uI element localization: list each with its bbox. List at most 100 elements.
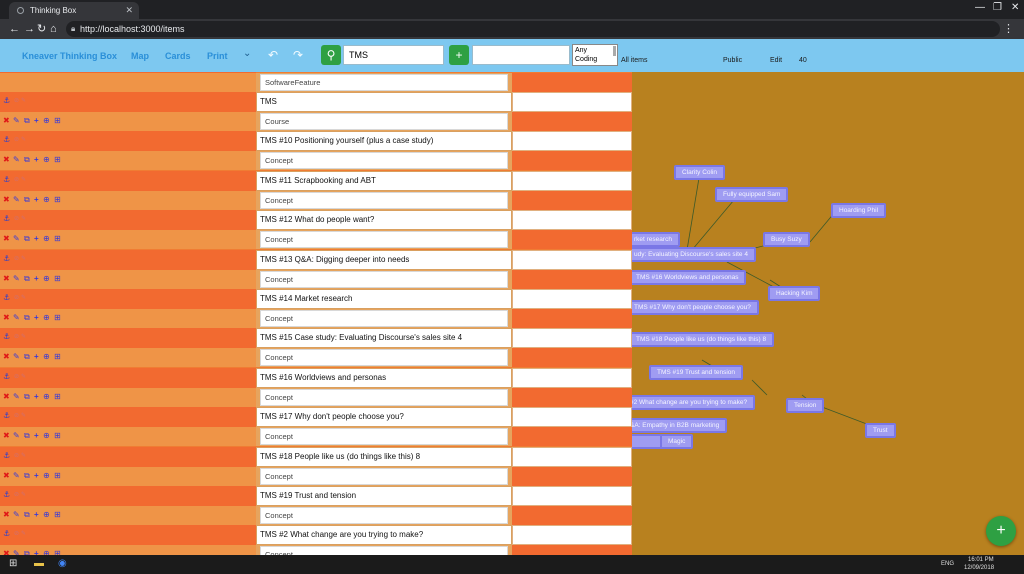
delete-icon[interactable]: ✖ bbox=[3, 195, 10, 205]
url-field[interactable]: 🔒︎ http://localhost:3000/items bbox=[66, 21, 1000, 37]
item-extra-field[interactable] bbox=[512, 407, 632, 428]
chrome-icon[interactable]: ◉ bbox=[58, 558, 67, 569]
tag-icon[interactable]: ⊘ bbox=[14, 135, 19, 145]
item-type[interactable]: Concept bbox=[260, 310, 508, 327]
pencil-icon[interactable]: ✎ bbox=[21, 175, 26, 185]
item-extra-field[interactable] bbox=[512, 249, 632, 270]
anchor-icon[interactable]: ⚓ bbox=[3, 372, 10, 382]
item-title[interactable]: TMS #19 Trust and tension bbox=[256, 486, 512, 506]
forward-icon[interactable]: → bbox=[24, 22, 35, 36]
edit-icon[interactable]: ✎ bbox=[13, 274, 20, 284]
zoom-icon[interactable]: ⊕ bbox=[43, 510, 50, 520]
item-type[interactable]: Concept bbox=[260, 428, 508, 446]
anchor-icon[interactable]: ⚓ bbox=[3, 293, 10, 303]
delete-icon[interactable]: ✖ bbox=[3, 392, 10, 402]
pencil-icon[interactable]: ✎ bbox=[21, 332, 26, 342]
item-title[interactable]: TMS #2 What change are you trying to mak… bbox=[256, 525, 512, 546]
tag-icon[interactable]: ⊘ bbox=[14, 372, 19, 382]
anchor-icon[interactable]: ⚓ bbox=[3, 254, 10, 264]
pencil-icon[interactable]: ✎ bbox=[21, 372, 26, 382]
add-child-icon[interactable]: + bbox=[34, 392, 39, 402]
anchor-icon[interactable]: ⚓ bbox=[3, 135, 10, 145]
add-child-icon[interactable]: + bbox=[34, 313, 39, 323]
item-type[interactable]: Concept bbox=[260, 388, 508, 406]
search-button[interactable]: ⚲ bbox=[321, 45, 341, 65]
delete-icon[interactable]: ✖ bbox=[3, 313, 10, 323]
pencil-icon[interactable]: ✎ bbox=[21, 411, 26, 421]
zoom-icon[interactable]: ⊕ bbox=[43, 431, 50, 441]
tag-icon[interactable]: ⊘ bbox=[14, 96, 19, 106]
new-item-input[interactable] bbox=[472, 45, 570, 65]
item-type[interactable]: SoftwareFeature bbox=[260, 74, 508, 91]
map-node[interactable]: &A: Empathy in B2B marketing bbox=[632, 418, 728, 433]
item-extra-field[interactable] bbox=[512, 486, 632, 506]
edit-icon[interactable]: ✎ bbox=[13, 431, 20, 441]
zoom-icon[interactable]: ⊕ bbox=[43, 116, 50, 126]
hierarchy-icon[interactable]: ⊞ bbox=[54, 510, 61, 520]
pencil-icon[interactable]: ✎ bbox=[21, 529, 26, 539]
zoom-icon[interactable]: ⊕ bbox=[43, 352, 50, 362]
hierarchy-icon[interactable]: ⊞ bbox=[54, 392, 61, 402]
nav-map[interactable]: Map bbox=[131, 51, 149, 61]
edit-icon[interactable]: ✎ bbox=[13, 155, 20, 165]
map-node[interactable]: TMS #16 Worldviews and personas bbox=[632, 270, 747, 285]
item-type[interactable]: Concept bbox=[260, 152, 508, 170]
delete-icon[interactable]: ✖ bbox=[3, 155, 10, 165]
add-child-icon[interactable]: + bbox=[34, 431, 39, 441]
hierarchy-icon[interactable]: ⊞ bbox=[54, 274, 61, 284]
item-title[interactable]: TMS #10 Positioning yourself (plus a cas… bbox=[256, 131, 512, 152]
item-extra-field[interactable] bbox=[512, 367, 632, 388]
hierarchy-icon[interactable]: ⊞ bbox=[54, 234, 61, 244]
brand-link[interactable]: Kneaver Thinking Box bbox=[22, 51, 117, 61]
map-node[interactable]: Fully equipped Sam bbox=[715, 187, 789, 202]
search-input[interactable]: TMS bbox=[343, 45, 444, 65]
tag-icon[interactable]: ⊘ bbox=[14, 175, 19, 185]
delete-icon[interactable]: ✖ bbox=[3, 431, 10, 441]
tag-icon[interactable]: ⊘ bbox=[14, 293, 19, 303]
undo-icon[interactable]: ↶ bbox=[268, 48, 278, 62]
tag-icon[interactable]: ⊘ bbox=[14, 451, 19, 461]
filter-label[interactable]: All items bbox=[621, 57, 647, 64]
delete-icon[interactable]: ✖ bbox=[3, 234, 10, 244]
browser-tab[interactable]: Thinking Box ✕ bbox=[9, 2, 139, 19]
item-type[interactable]: Concept bbox=[260, 467, 508, 485]
hierarchy-icon[interactable]: ⊞ bbox=[54, 155, 61, 165]
item-title[interactable]: TMS #14 Market research bbox=[256, 289, 512, 309]
open-icon[interactable]: ⧉ bbox=[24, 431, 30, 441]
item-extra-field[interactable] bbox=[512, 289, 632, 309]
restore-icon[interactable]: ❐ bbox=[993, 2, 1002, 13]
open-icon[interactable]: ⧉ bbox=[24, 234, 30, 244]
coding-select[interactable]: Any Coding bbox=[572, 44, 618, 66]
anchor-icon[interactable]: ⚓ bbox=[3, 411, 10, 421]
edit-icon[interactable]: ✎ bbox=[13, 195, 20, 205]
item-extra-field[interactable] bbox=[512, 446, 632, 467]
item-extra-field[interactable] bbox=[512, 131, 632, 152]
item-title[interactable]: TMS #18 People like us (do things like t… bbox=[256, 446, 512, 467]
add-child-icon[interactable]: + bbox=[34, 352, 39, 362]
map-node[interactable]: TMS #19 Trust and tension bbox=[649, 365, 744, 380]
zoom-icon[interactable]: ⊕ bbox=[43, 195, 50, 205]
zoom-icon[interactable]: ⊕ bbox=[43, 471, 50, 481]
open-icon[interactable]: ⧉ bbox=[24, 313, 30, 323]
delete-icon[interactable]: ✖ bbox=[3, 116, 10, 126]
item-title[interactable]: TMS #16 Worldviews and personas bbox=[256, 367, 512, 388]
item-extra-field[interactable] bbox=[512, 328, 632, 349]
map-node[interactable]: Hoarding Phil bbox=[831, 203, 887, 218]
tag-icon[interactable]: ⊘ bbox=[14, 529, 19, 539]
open-icon[interactable]: ⧉ bbox=[24, 195, 30, 205]
item-title[interactable]: TMS #13 Q&A: Digging deeper into needs bbox=[256, 249, 512, 270]
tag-icon[interactable]: ⊘ bbox=[14, 254, 19, 264]
add-child-icon[interactable]: + bbox=[34, 510, 39, 520]
item-type[interactable]: Course bbox=[260, 113, 508, 130]
zoom-icon[interactable]: ⊕ bbox=[43, 313, 50, 323]
add-floating-button[interactable]: + bbox=[986, 516, 1016, 546]
edit-icon[interactable]: ✎ bbox=[13, 313, 20, 323]
pencil-icon[interactable]: ✎ bbox=[21, 214, 26, 224]
pencil-icon[interactable]: ✎ bbox=[21, 490, 26, 500]
edit-icon[interactable]: ✎ bbox=[13, 471, 20, 481]
tag-icon[interactable]: ⊘ bbox=[14, 411, 19, 421]
edit-icon[interactable]: ✎ bbox=[13, 352, 20, 362]
edit-icon[interactable]: ✎ bbox=[13, 116, 20, 126]
zoom-icon[interactable]: ⊕ bbox=[43, 392, 50, 402]
item-type[interactable]: Concept bbox=[260, 507, 508, 524]
